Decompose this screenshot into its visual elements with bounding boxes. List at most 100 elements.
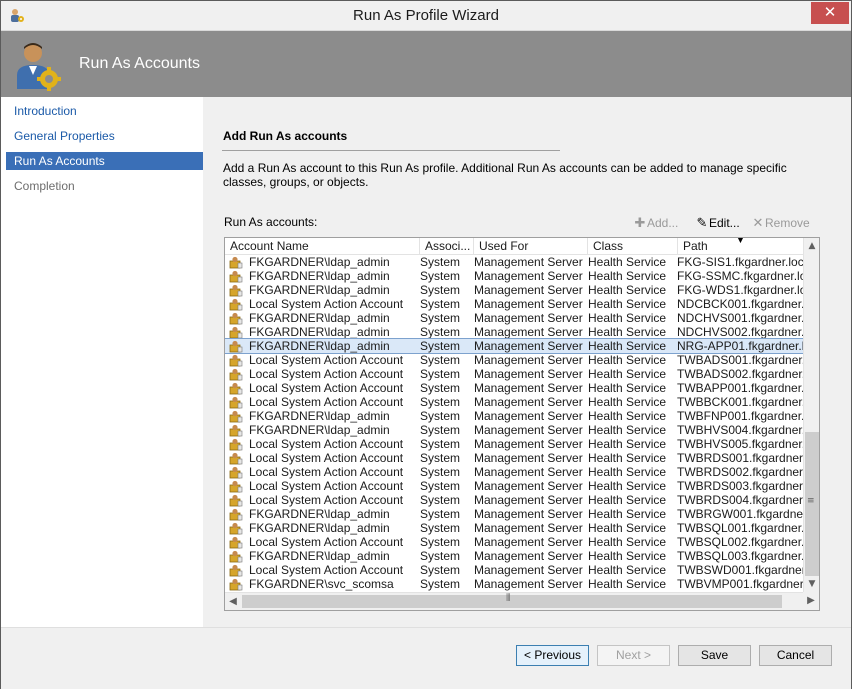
main-panel: Add Run As accounts Add a Run As account…: [203, 97, 851, 627]
horizontal-scrollbar[interactable]: ◀ ⦀: [225, 592, 803, 610]
nav-item-introduction[interactable]: Introduction: [6, 102, 203, 120]
association-cell: System: [420, 451, 461, 465]
path-cell: TWBHVS004.fkgardner.lo: [677, 423, 803, 437]
table-row[interactable]: Local System Action Account System Managem…: [225, 451, 803, 465]
nav-item-completion: Completion: [14, 179, 75, 193]
used-for-cell: Management Server: [474, 269, 583, 283]
table-row[interactable]: Local System Action Account System Managem…: [225, 297, 803, 311]
account-icon: [229, 297, 245, 311]
horizontal-scroll-thumb[interactable]: ⦀: [242, 593, 782, 608]
cancel-button[interactable]: Cancel: [759, 645, 832, 666]
used-for-cell: Management Server: [474, 409, 583, 423]
association-cell: System: [420, 255, 461, 269]
account-name-cell: Local System Action Account: [249, 465, 404, 479]
account-icon: [229, 493, 245, 507]
association-cell: System: [420, 521, 461, 535]
table-row[interactable]: FKGARDNER\ldap_admin System Management Ser…: [225, 521, 803, 535]
scroll-down-icon[interactable]: ▼: [804, 576, 819, 592]
association-cell: System: [420, 563, 461, 577]
add-button[interactable]: ✚ Add...: [633, 216, 679, 232]
account-icon: [229, 269, 245, 283]
association-cell: System: [420, 507, 461, 521]
table-row[interactable]: FKGARDNER\ldap_admin System Management Ser…: [225, 507, 803, 521]
wizard-footer: < Previous Next > Save Cancel: [1, 627, 851, 689]
scroll-left-icon[interactable]: ◀: [225, 593, 241, 610]
used-for-cell: Management Server: [474, 381, 583, 395]
path-cell: FKG-SIS1.fkgardner.local: [677, 255, 803, 269]
table-row[interactable]: FKGARDNER\ldap_admin System Management Ser…: [225, 311, 803, 325]
association-cell: System: [420, 367, 461, 381]
association-cell: System: [420, 437, 461, 451]
path-cell: TWBRDS004.fkgardner.lo: [677, 493, 803, 507]
path-cell: NDCBCK001.fkgardner.lo: [677, 297, 803, 311]
table-row[interactable]: Local System Action Account System Managem…: [225, 465, 803, 479]
association-cell: System: [420, 311, 461, 325]
table-row[interactable]: Local System Action Account System Managem…: [225, 367, 803, 381]
column-header-account-name[interactable]: Account Name: [225, 238, 420, 255]
used-for-cell: Management Server: [474, 353, 583, 367]
table-row[interactable]: Local System Action Account System Managem…: [225, 381, 803, 395]
used-for-cell: Management Server: [474, 493, 583, 507]
path-cell: TWBRDS002.fkgardner.lo: [677, 465, 803, 479]
association-cell: System: [420, 283, 461, 297]
scroll-right-icon[interactable]: ▶: [803, 592, 819, 609]
table-row[interactable]: FKGARDNER\ldap_admin System Management Ser…: [225, 325, 803, 339]
table-row[interactable]: FKGARDNER\ldap_admin System Management Ser…: [225, 423, 803, 437]
path-cell: TWBAPP001.fkgardner.lo: [677, 381, 803, 395]
scroll-corner: ▶: [803, 592, 819, 610]
window-title: Run As Profile Wizard: [353, 7, 499, 24]
close-button[interactable]: ✕: [811, 2, 849, 24]
association-cell: System: [420, 549, 461, 563]
table-row[interactable]: Local System Action Account System Managem…: [225, 535, 803, 549]
column-header-class[interactable]: Class: [588, 238, 678, 255]
table-row[interactable]: FKGARDNER\ldap_admin System Management Ser…: [225, 255, 803, 269]
nav-item-run-as-accounts[interactable]: Run As Accounts: [6, 152, 203, 170]
table-row[interactable]: FKGARDNER\ldap_admin System Management Ser…: [225, 549, 803, 563]
used-for-cell: Management Server: [474, 297, 583, 311]
wizard-banner: Run As Accounts: [1, 31, 851, 97]
account-icon: [229, 409, 245, 423]
run-as-accounts-label: Run As accounts:: [224, 215, 318, 229]
table-row[interactable]: Local System Action Account System Managem…: [225, 563, 803, 577]
previous-button[interactable]: < Previous: [516, 645, 589, 666]
grip-icon: ≡: [807, 496, 815, 506]
save-button[interactable]: Save: [678, 645, 751, 666]
table-row[interactable]: FKGARDNER\ldap_admin System Management Ser…: [225, 283, 803, 297]
section-title: Add Run As accounts: [223, 129, 348, 143]
class-cell: Health Service: [588, 563, 667, 577]
table-row[interactable]: Local System Action Account System Managem…: [225, 493, 803, 507]
class-cell: Health Service: [588, 479, 667, 493]
account-name-cell: Local System Action Account: [249, 367, 404, 381]
remove-button[interactable]: ✕ Remove: [751, 216, 810, 232]
column-header-association[interactable]: Associ...: [420, 238, 474, 255]
column-header-used-for[interactable]: Used For: [474, 238, 588, 255]
run-as-accounts-list[interactable]: Account Name Associ... Used For Class Pa…: [224, 237, 820, 611]
account-icon: [229, 507, 245, 521]
used-for-cell: Management Server: [474, 549, 583, 563]
table-row[interactable]: Local System Action Account System Managem…: [225, 395, 803, 409]
account-name-cell: FKGARDNER\ldap_admin: [249, 283, 390, 297]
class-cell: Health Service: [588, 325, 667, 339]
vertical-scrollbar[interactable]: ▲ ≡ ▼: [803, 238, 819, 592]
edit-button[interactable]: ✎ Edit...: [695, 216, 740, 232]
table-row[interactable]: Local System Action Account System Managem…: [225, 437, 803, 451]
class-cell: Health Service: [588, 451, 667, 465]
table-row[interactable]: Local System Action Account System Managem…: [225, 353, 803, 367]
table-row[interactable]: FKGARDNER\svc_scomsa System Management Ser…: [225, 577, 803, 591]
account-icon: [229, 283, 245, 297]
account-icon: [229, 479, 245, 493]
account-name-cell: FKGARDNER\ldap_admin: [249, 549, 390, 563]
table-row[interactable]: FKGARDNER\ldap_admin System Management Ser…: [225, 409, 803, 423]
used-for-cell: Management Server: [474, 507, 583, 521]
account-name-cell: FKGARDNER\ldap_admin: [249, 311, 390, 325]
next-button[interactable]: Next >: [597, 645, 670, 666]
used-for-cell: Management Server: [474, 325, 583, 339]
table-row[interactable]: Local System Action Account System Managem…: [225, 479, 803, 493]
nav-item-general-properties[interactable]: General Properties: [6, 127, 203, 145]
vertical-scroll-thumb[interactable]: ≡: [805, 432, 819, 576]
path-cell: NRG-APP01.fkgardner.lo: [677, 339, 803, 353]
table-row[interactable]: FKGARDNER\ldap_admin System Management Ser…: [225, 338, 803, 354]
table-row[interactable]: FKGARDNER\ldap_admin System Management Ser…: [225, 269, 803, 283]
used-for-cell: Management Server: [474, 563, 583, 577]
scroll-up-icon[interactable]: ▲: [804, 238, 819, 254]
